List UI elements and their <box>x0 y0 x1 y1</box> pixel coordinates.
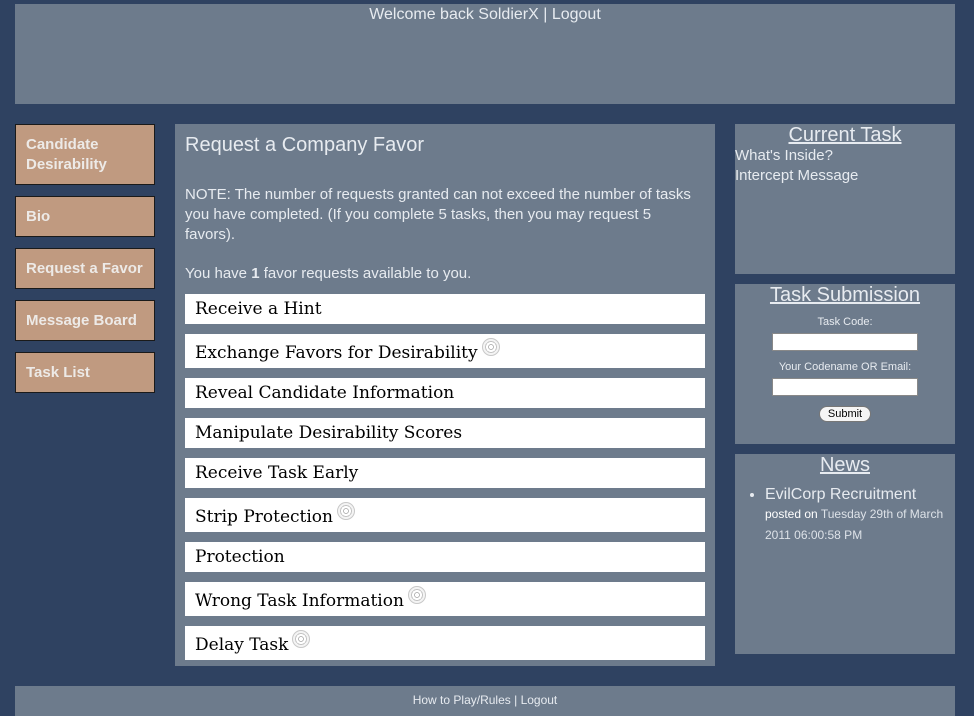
favor-label: Delay Task <box>195 635 289 655</box>
posted-on-label: posted on <box>765 507 818 521</box>
current-task-item[interactable]: What's Inside? <box>735 146 955 166</box>
news-headline-link[interactable]: EvilCorp Recruitment <box>765 486 916 503</box>
availability-count: 1 <box>251 265 260 282</box>
main-content: Request a Company Favor NOTE: The number… <box>175 124 715 666</box>
header-logout-link[interactable]: Logout <box>552 6 601 23</box>
favor-note: NOTE: The number of requests granted can… <box>185 186 691 243</box>
sidebar-item-message-board[interactable]: Message Board <box>15 300 155 341</box>
sidebar-item-candidate-desirability[interactable]: Candidate Desirability <box>15 124 155 185</box>
codename-label: Your Codename OR Email: <box>778 361 912 373</box>
current-task-item[interactable]: Intercept Message <box>735 166 955 186</box>
favor-item-strip-protection[interactable]: Strip Protection <box>185 498 705 532</box>
task-submission-panel: Task Submission Task Code: Your Codename… <box>735 284 955 444</box>
favor-label: Protection <box>195 547 285 567</box>
info-icon[interactable] <box>481 338 500 356</box>
news-item: EvilCorp Recruitment posted on Tuesday 2… <box>765 486 955 546</box>
favor-item-delay-task[interactable]: Delay Task <box>185 626 705 660</box>
favor-item-receive-hint[interactable]: Receive a Hint <box>185 294 705 324</box>
favor-label: Receive a Hint <box>195 299 322 319</box>
favor-availability: You have 1 favor requests available to y… <box>185 264 705 284</box>
favor-item-manipulate-scores[interactable]: Manipulate Desirability Scores <box>185 418 705 448</box>
footer-logout-link[interactable]: Logout <box>521 693 558 707</box>
sidebar-nav: Candidate Desirability Bio Request a Fav… <box>15 124 155 404</box>
codename-input[interactable] <box>772 378 918 396</box>
favor-item-wrong-task-information[interactable]: Wrong Task Information <box>185 582 705 616</box>
info-icon[interactable] <box>292 630 311 648</box>
favor-label: Wrong Task Information <box>195 591 404 611</box>
submit-button[interactable]: Submit <box>818 406 872 422</box>
news-meta: posted on Tuesday 29th of March 2011 06:… <box>765 504 955 546</box>
availability-prefix: You have <box>185 265 252 282</box>
favor-item-exchange-favors[interactable]: Exchange Favors for Desirability <box>185 334 705 368</box>
favor-item-receive-task-early[interactable]: Receive Task Early <box>185 458 705 488</box>
sidebar-item-bio[interactable]: Bio <box>15 196 155 237</box>
footer-separator: | <box>510 693 521 707</box>
header-welcome-line: Welcome back SoldierX | Logout <box>15 6 955 24</box>
footer-rules-link[interactable]: How to Play/Rules <box>413 693 511 707</box>
task-code-label: Task Code: <box>817 316 873 328</box>
availability-suffix: favor requests available to you. <box>259 265 472 282</box>
favor-list: Receive a Hint Exchange Favors for Desir… <box>185 294 705 660</box>
news-panel: News EvilCorp Recruitment posted on Tues… <box>735 454 955 654</box>
sidebar-item-task-list[interactable]: Task List <box>15 352 155 393</box>
current-task-panel: Current Task What's Inside? Intercept Me… <box>735 124 955 274</box>
favor-label: Manipulate Desirability Scores <box>195 423 463 443</box>
sidebar-item-request-favor[interactable]: Request a Favor <box>15 248 155 289</box>
favor-item-reveal-candidate[interactable]: Reveal Candidate Information <box>185 378 705 408</box>
news-list: EvilCorp Recruitment posted on Tuesday 2… <box>735 486 955 546</box>
footer-bar: How to Play/Rules | Logout <box>15 686 955 716</box>
welcome-text: Welcome back SoldierX <box>369 6 539 23</box>
favor-item-protection[interactable]: Protection <box>185 542 705 572</box>
favor-label: Exchange Favors for Desirability <box>195 343 478 363</box>
favor-label: Receive Task Early <box>195 463 359 483</box>
header-banner: Welcome back SoldierX | Logout <box>15 4 955 104</box>
info-icon[interactable] <box>407 586 426 604</box>
info-icon[interactable] <box>337 502 355 520</box>
news-title[interactable]: News <box>735 454 955 476</box>
current-task-title[interactable]: Current Task <box>735 124 955 146</box>
page-title: Request a Company Favor <box>185 134 425 156</box>
favor-label: Strip Protection <box>195 507 333 527</box>
favor-label: Reveal Candidate Information <box>195 383 455 403</box>
task-code-input[interactable] <box>772 333 918 351</box>
header-separator: | <box>538 6 552 23</box>
task-submission-title[interactable]: Task Submission <box>735 284 955 306</box>
